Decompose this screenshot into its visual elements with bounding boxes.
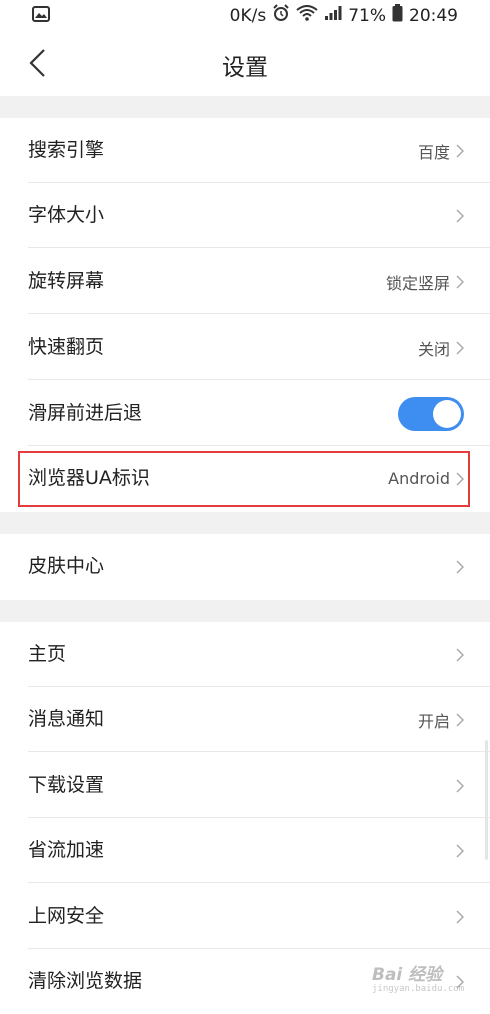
setting-notifications[interactable]: 消息通知 开启 xyxy=(0,687,490,752)
chevron-right-icon xyxy=(456,340,464,355)
image-notification-icon xyxy=(32,6,50,26)
setting-label: 字体大小 xyxy=(28,204,105,226)
scrollbar[interactable] xyxy=(485,740,488,860)
alarm-icon xyxy=(272,4,290,27)
battery-percent: 71% xyxy=(348,5,386,26)
setting-value: 锁定竖屏 xyxy=(385,273,450,293)
battery-icon xyxy=(392,4,403,27)
header: 设置 xyxy=(0,30,490,96)
setting-swipe-navigation: 滑屏前进后退 xyxy=(0,381,490,446)
status-indicators: 0K/s 71% 20:49 xyxy=(230,4,458,27)
setting-label: 主页 xyxy=(28,643,67,665)
setting-label: 省流加速 xyxy=(28,839,105,861)
setting-rotate-screen[interactable]: 旋转屏幕 锁定竖屏 xyxy=(0,249,490,314)
setting-skin-center[interactable]: 皮肤中心 xyxy=(0,534,490,599)
wifi-icon xyxy=(296,5,318,26)
setting-value: 百度 xyxy=(417,142,450,162)
setting-label: 滑屏前进后退 xyxy=(28,402,143,424)
setting-homepage[interactable]: 主页 xyxy=(0,622,490,687)
chevron-right-icon xyxy=(456,843,464,858)
section-divider xyxy=(0,600,490,622)
watermark-sub: jingyan.baidu.com xyxy=(372,984,465,994)
section-divider xyxy=(0,512,490,534)
setting-search-engine[interactable]: 搜索引擎 百度 xyxy=(0,118,490,183)
page-title: 设置 xyxy=(222,55,268,81)
setting-label: 搜索引擎 xyxy=(28,139,105,161)
setting-value: 关闭 xyxy=(417,339,450,359)
setting-label: 浏览器UA标识 xyxy=(28,467,150,489)
setting-download[interactable]: 下载设置 xyxy=(0,753,490,818)
chevron-right-icon xyxy=(456,143,464,158)
toggle-knob xyxy=(433,400,461,428)
net-speed: 0K/s xyxy=(229,5,267,26)
setting-label: 下载设置 xyxy=(28,774,105,796)
chevron-right-icon xyxy=(456,471,464,486)
status-bar: 0K/s 71% 20:49 xyxy=(0,0,490,30)
setting-value: 开启 xyxy=(417,711,450,731)
setting-label: 上网安全 xyxy=(28,905,105,927)
signal-icon xyxy=(324,5,342,26)
setting-label: 快速翻页 xyxy=(28,336,105,358)
watermark-text: Bai 经验 xyxy=(372,965,443,985)
clock: 20:49 xyxy=(409,5,458,26)
baidu-jingyan-watermark: Bai 经验 jingyan.baidu.com xyxy=(372,958,464,998)
setting-label: 消息通知 xyxy=(28,708,105,730)
chevron-right-icon xyxy=(456,909,464,924)
setting-label: 清除浏览数据 xyxy=(28,970,143,992)
setting-font-size[interactable]: 字体大小 xyxy=(0,183,490,248)
chevron-right-icon xyxy=(456,274,464,289)
chevron-right-icon xyxy=(456,208,464,223)
chevron-right-icon xyxy=(456,647,464,662)
setting-data-saver[interactable]: 省流加速 xyxy=(0,818,490,883)
swipe-navigation-toggle[interactable] xyxy=(398,397,464,431)
chevron-right-icon xyxy=(456,559,464,574)
chevron-right-icon xyxy=(456,712,464,727)
setting-value: Android xyxy=(388,469,450,488)
section-divider xyxy=(0,96,490,118)
setting-quick-page-turn[interactable]: 快速翻页 关闭 xyxy=(0,315,490,380)
setting-browser-ua[interactable]: 浏览器UA标识 Android xyxy=(0,446,490,511)
setting-web-security[interactable]: 上网安全 xyxy=(0,884,490,949)
chevron-right-icon xyxy=(456,778,464,793)
setting-label: 皮肤中心 xyxy=(28,555,105,577)
setting-label: 旋转屏幕 xyxy=(28,270,105,292)
